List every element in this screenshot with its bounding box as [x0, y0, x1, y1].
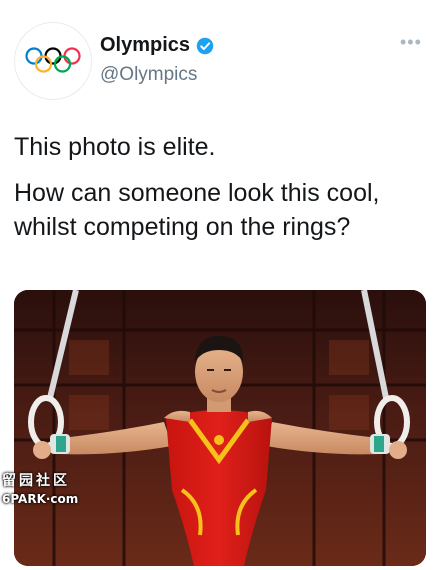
tweet-text: This photo is elite. How can someone loo… [14, 130, 428, 244]
author-handle[interactable]: @Olympics [100, 64, 197, 86]
watermark-en: 6PARK·com [2, 492, 79, 506]
author-name-row[interactable]: Olympics [100, 34, 214, 57]
author-display-name[interactable]: Olympics [100, 34, 190, 57]
tweet-text-line: This photo is elite. [14, 133, 216, 161]
verified-badge-icon [196, 37, 214, 54]
watermark-cn: 留园社区 [2, 473, 70, 489]
tweet-photo[interactable] [14, 290, 426, 566]
olympic-rings-icon [25, 47, 81, 73]
watermark: 留园社区 6PARK·com [2, 470, 78, 506]
tweet-card: Olympics @Olympics ••• This photo is eli… [0, 0, 434, 570]
tweet-text-line: How can someone look this cool, whilst c… [14, 179, 380, 241]
gymnast-rings-photo [14, 290, 426, 566]
avatar[interactable] [14, 22, 92, 100]
more-options-icon[interactable]: ••• [400, 33, 422, 51]
